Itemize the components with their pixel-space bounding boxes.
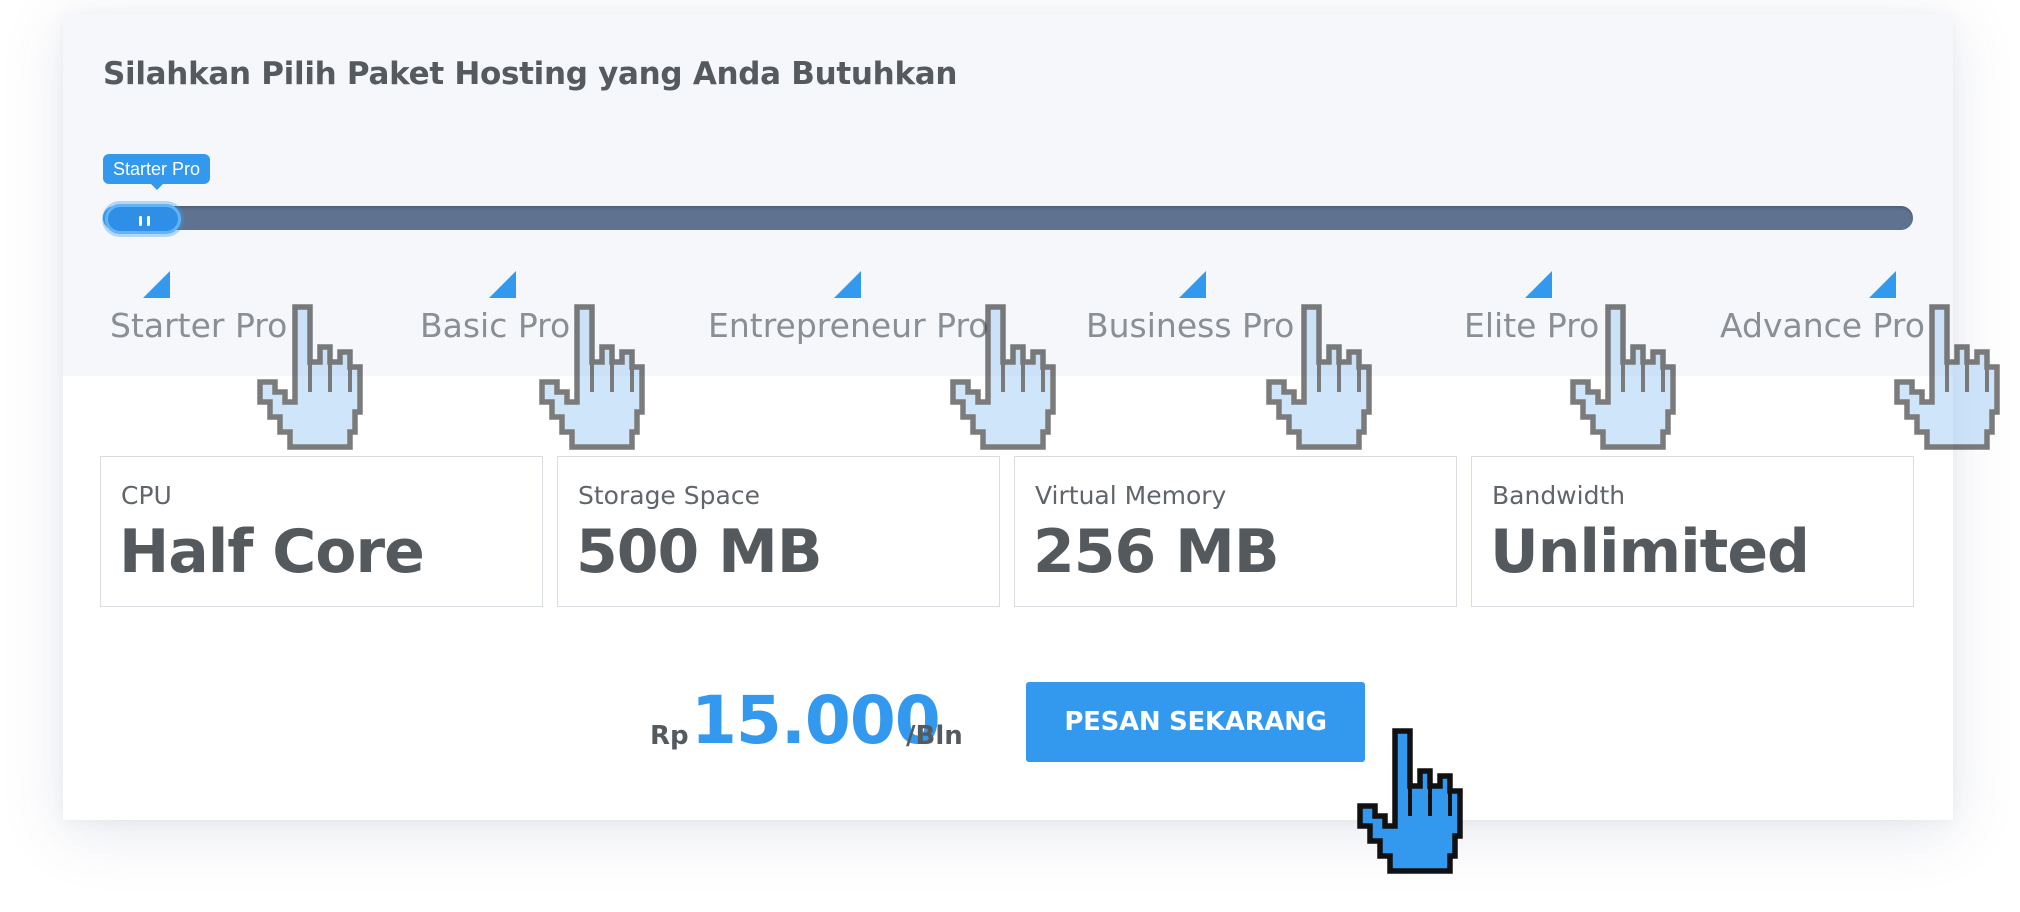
plan-tick-marker	[489, 271, 516, 298]
page-title: Silahkan Pilih Paket Hosting yang Anda B…	[103, 56, 958, 92]
slider-grip-icon	[139, 216, 142, 226]
plan-tick-marker	[1525, 271, 1552, 298]
plan-slider-handle[interactable]	[105, 204, 181, 234]
plan-option-entrepreneur-pro[interactable]: Entrepreneur Pro	[708, 306, 988, 345]
spec-cpu: CPU Half Core	[100, 456, 543, 607]
spec-label: Virtual Memory	[1035, 481, 1227, 510]
spec-bandwidth: Bandwidth Unlimited	[1471, 456, 1914, 607]
plan-slider-track[interactable]	[103, 206, 1913, 230]
pointer-hand-icon	[948, 302, 1063, 457]
plan-tick-marker	[143, 271, 170, 298]
pointer-hand-icon	[1264, 302, 1379, 457]
spec-memory: Virtual Memory 256 MB	[1014, 456, 1457, 607]
spec-label: Bandwidth	[1492, 481, 1626, 510]
spec-value: Half Core	[119, 517, 425, 587]
plan-tick-marker	[834, 271, 861, 298]
slider-value-tooltip: Starter Pro	[103, 154, 211, 190]
order-now-button[interactable]: PESAN SEKARANG	[1026, 682, 1365, 762]
spec-label: CPU	[121, 481, 172, 510]
hosting-plan-card: Silahkan Pilih Paket Hosting yang Anda B…	[63, 14, 1953, 820]
pointer-hand-icon	[1568, 302, 1683, 457]
pointer-hand-icon	[255, 302, 370, 457]
stage: Silahkan Pilih Paket Hosting yang Anda B…	[0, 0, 2020, 912]
spec-storage: Storage Space 500 MB	[557, 456, 1000, 607]
spec-label: Storage Space	[578, 481, 760, 510]
pointer-hand-icon	[537, 302, 652, 457]
spec-value: 256 MB	[1033, 517, 1280, 587]
slider-grip-icon	[147, 216, 150, 226]
spec-value: Unlimited	[1490, 517, 1810, 587]
spec-value: 500 MB	[576, 517, 823, 587]
price-period: /Bln	[906, 721, 963, 751]
price-amount: 15.000	[691, 682, 941, 759]
price-currency: Rp	[650, 721, 689, 751]
pointer-hand-cursor-icon	[1355, 726, 1470, 881]
pointer-hand-icon	[1892, 302, 2007, 457]
plan-tick-marker	[1869, 271, 1896, 298]
plan-tick-marker	[1179, 271, 1206, 298]
